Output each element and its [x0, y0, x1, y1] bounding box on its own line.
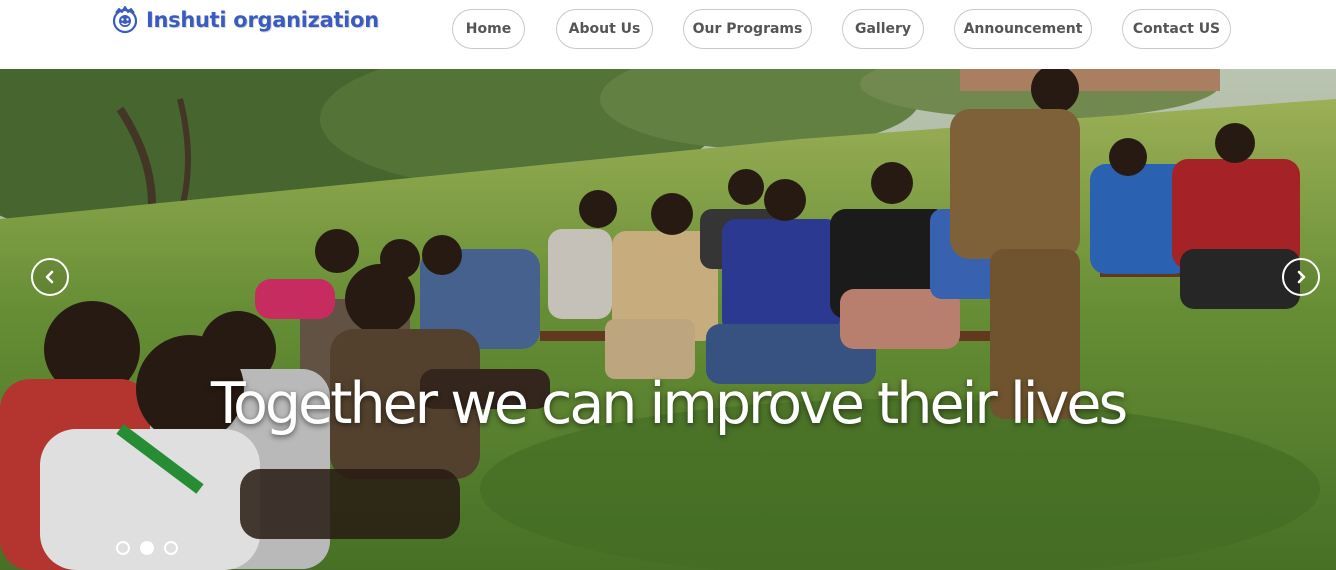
chevron-left-icon — [45, 270, 54, 284]
nav-announcement-button[interactable]: Announcement — [954, 9, 1092, 49]
nav-gallery-button[interactable]: Gallery — [842, 9, 924, 49]
hero-caption: Together we can improve their lives — [210, 371, 1128, 437]
carousel-prev-button[interactable] — [31, 258, 69, 296]
nav-contact-button[interactable]: Contact US — [1122, 9, 1231, 49]
nav-about-button[interactable]: About Us — [556, 9, 653, 49]
site-header: Inshuti organization Home About Us Our P… — [0, 0, 1336, 69]
hero-carousel: Together we can improve their lives — [0, 69, 1336, 570]
carousel-indicators — [116, 541, 178, 555]
hero-slide-image — [0, 69, 1336, 570]
carousel-dot-3[interactable] — [164, 541, 178, 555]
main-nav: Home About Us Our Programs Gallery Annou… — [0, 9, 1336, 49]
carousel-dot-1[interactable] — [116, 541, 130, 555]
chevron-right-icon — [1297, 270, 1306, 284]
nav-programs-button[interactable]: Our Programs — [683, 9, 812, 49]
carousel-next-button[interactable] — [1282, 258, 1320, 296]
carousel-dot-2[interactable] — [140, 541, 154, 555]
nav-home-button[interactable]: Home — [452, 9, 525, 49]
